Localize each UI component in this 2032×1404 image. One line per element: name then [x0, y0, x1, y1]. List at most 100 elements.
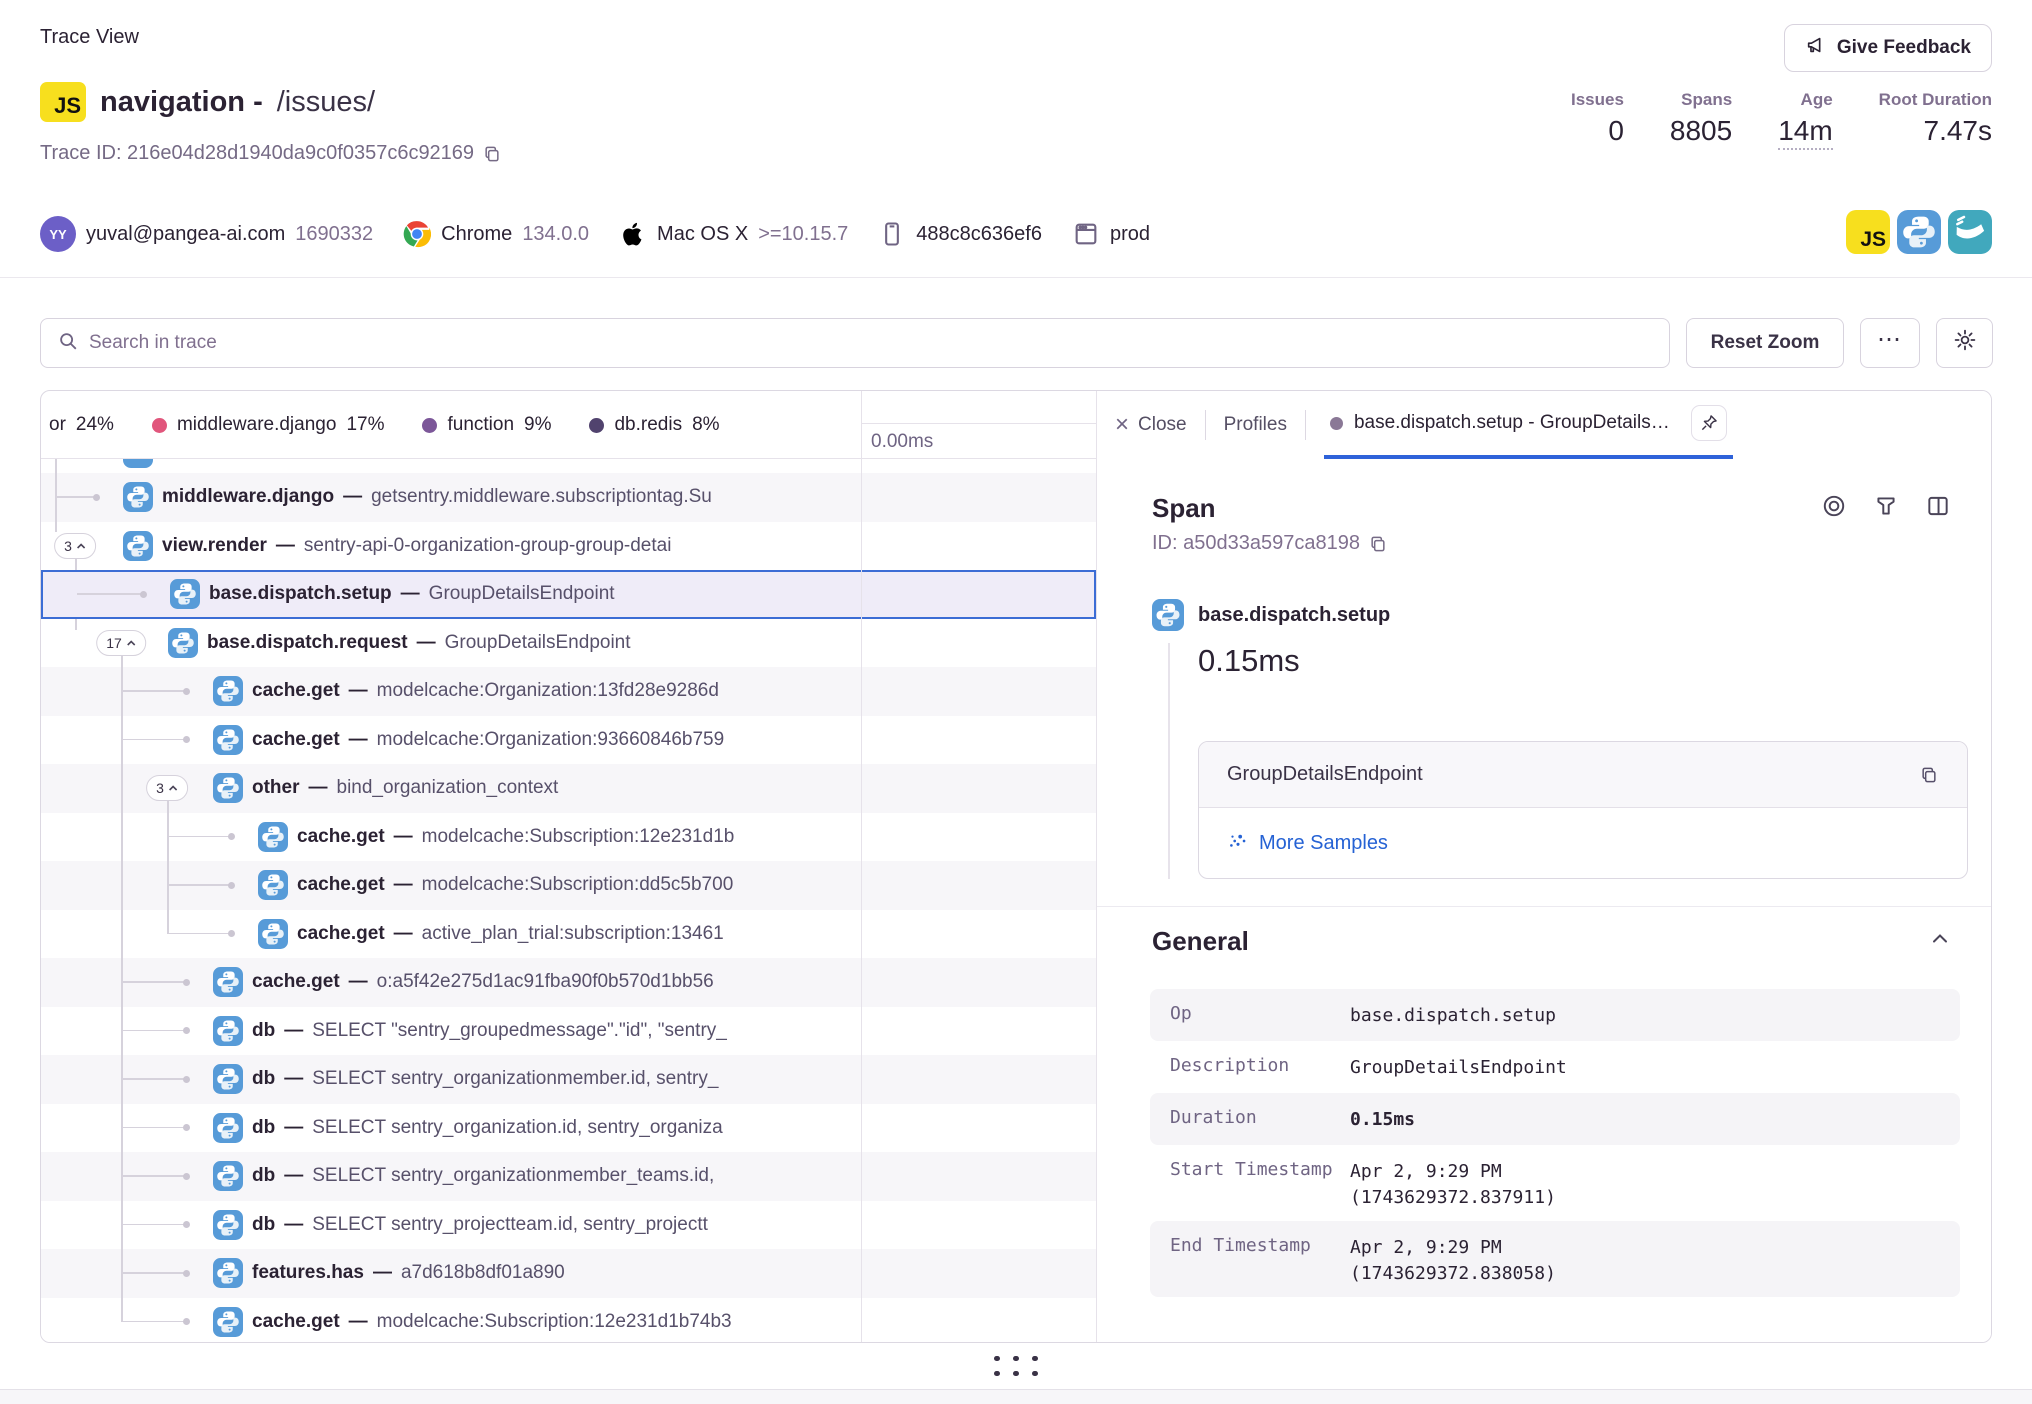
span-row-cache.get[interactable]: cache.get—modelcache:Organization:13fd28… [41, 667, 1096, 716]
trace-meta-row: YY yuval@pangea-ai.com 1690332 Chrome 13… [40, 212, 1150, 256]
detail-tabs: × Close Profiles base.dispatch.setup - G… [1097, 391, 1992, 459]
tree-connector-line [121, 1272, 186, 1274]
span-row-cache.get[interactable]: cache.get—modelcache:Organization:936608… [41, 716, 1096, 765]
close-tab-button[interactable]: × Close [1115, 413, 1187, 437]
span-description: modelcache:Organization:93660846b759 [377, 729, 725, 751]
trace-title-main: navigation - [100, 86, 263, 119]
span-description: SELECT sentry_organizationmember.id, sen… [312, 1068, 718, 1090]
span-row-cache.get[interactable]: cache.get—active_plan_trial:subscription… [41, 910, 1096, 959]
tab-profiles[interactable]: Profiles [1224, 414, 1287, 436]
span-row-left: db—SELECT sentry_organizationmember_team… [41, 1152, 861, 1201]
tree-waterfall-divider[interactable] [861, 391, 862, 1342]
span-row-left: cache.get—modelcache:Subscription:12e231… [41, 813, 861, 862]
more-options-button[interactable]: ⋯ [1860, 318, 1920, 368]
python-project-icon[interactable] [1897, 210, 1941, 254]
collapse-children-pill[interactable]: 17 [96, 630, 146, 656]
settings-button[interactable] [1936, 318, 1993, 368]
span-row-middleware.django[interactable]: middleware.django—getsentry.middleware.s… [41, 473, 1096, 522]
drag-handle[interactable] [994, 1356, 1038, 1377]
tree-connector-line [167, 836, 231, 838]
span-row-left: cache.get—modelcache:Subscription:dd5c5b… [41, 861, 861, 910]
tree-connector-dot [183, 1318, 190, 1325]
tree-connector-dot [140, 591, 147, 598]
tree-connector-line [77, 593, 143, 595]
trace-search [40, 318, 1670, 368]
chevron-up-icon[interactable] [1928, 927, 1952, 956]
span-row-db[interactable]: db—SELECT sentry_organizationmember.id, … [41, 1055, 1096, 1104]
span-detail-panel: × Close Profiles base.dispatch.setup - G… [1096, 391, 1992, 1343]
tree-connector-dot [183, 1124, 190, 1131]
general-row-label: Start Timestamp [1150, 1145, 1350, 1180]
general-row-duration: Duration0.15ms [1150, 1093, 1960, 1145]
op-desc-separator: — [309, 777, 328, 799]
span-description: SELECT sentry_projectteam.id, sentry_pro… [312, 1214, 708, 1236]
python-icon [213, 1113, 243, 1143]
split-panel-icon[interactable] [1925, 493, 1951, 524]
span-row-cache.get[interactable]: cache.get—modelcache:Subscription:12e231… [41, 813, 1096, 862]
give-feedback-button[interactable]: Give Feedback [1784, 24, 1992, 72]
general-section-header: General [1152, 926, 1952, 957]
span-row-view.render[interactable]: 3view.render—sentry-api-0-organization-g… [41, 522, 1096, 571]
collapse-children-pill[interactable]: 3 [54, 533, 96, 559]
search-icon [57, 330, 79, 357]
legend-item[interactable]: or 24% [49, 414, 114, 436]
teal-project-icon[interactable] [1948, 210, 1992, 254]
span-row-other[interactable]: 3other—bind_organization_context [41, 764, 1096, 813]
span-row-left: cache.get—o:a5f42e275d1ac91fba90f0b570d1… [41, 958, 861, 1007]
span-row-db[interactable]: db—SELECT sentry_organization.id, sentry… [41, 1104, 1096, 1153]
span-description: sentry-api-0-organization-group-group-de… [304, 535, 672, 557]
span-section-header: Span [1152, 493, 1951, 524]
copy-icon[interactable] [1368, 534, 1388, 554]
span-row-db[interactable]: db—SELECT sentry_projectteam.id, sentry_… [41, 1201, 1096, 1250]
section-divider [1097, 906, 1992, 907]
span-op: cache.get [252, 971, 340, 993]
span-row-cache.get[interactable]: cache.get—o:a5f42e275d1ac91fba90f0b570d1… [41, 958, 1096, 1007]
python-icon [170, 579, 200, 609]
span-row-content: db—SELECT sentry_organizationmember_team… [213, 1152, 714, 1201]
span-row-cache.get[interactable]: cache.get—modelcache:Subscription:dd5c5b… [41, 861, 1096, 910]
gear-icon [1953, 328, 1977, 358]
legend-item[interactable]: function 9% [422, 414, 551, 436]
tree-connector-line [121, 690, 186, 692]
legend-item[interactable]: middleware.django 17% [152, 414, 385, 436]
reset-zoom-button[interactable]: Reset Zoom [1686, 318, 1844, 368]
legend-item[interactable]: db.redis 8% [589, 414, 719, 436]
sample-card-body: More Samples [1199, 808, 1967, 878]
span-description: modelcache:Subscription:12e231d1b74b3 [377, 1311, 732, 1333]
span-row-left: cache.get—modelcache:Organization:936608… [41, 716, 861, 765]
span-row-left: 3view.render—sentry-api-0-organization-g… [41, 522, 861, 571]
span-op: cache.get [252, 680, 340, 702]
span-row-content: cache.get—o:a5f42e275d1ac91fba90f0b570d1… [213, 958, 714, 1007]
legend-dot [422, 418, 437, 433]
collapse-children-pill[interactable]: 3 [146, 775, 188, 801]
span-description: modelcache:Subscription:12e231d1b [422, 826, 735, 848]
span-description: SELECT sentry_organizationmember_teams.i… [312, 1165, 714, 1187]
meta-os: Mac OS X >=10.15.7 [619, 220, 848, 248]
span-row-content: features.has—a7d618b8df01a890 [213, 1249, 565, 1298]
focus-target-icon[interactable] [1821, 493, 1847, 524]
copy-icon[interactable] [482, 144, 502, 164]
page-title: Trace View [40, 26, 139, 49]
span-row-left: db—SELECT sentry_organization.id, sentry… [41, 1104, 861, 1153]
span-row-base.dispatch.setup[interactable]: base.dispatch.setup—GroupDetailsEndpoint [41, 570, 1096, 619]
more-samples-link[interactable]: More Samples [1259, 832, 1388, 855]
span-op: cache.get [252, 1311, 340, 1333]
span-row-db[interactable]: db—SELECT sentry_organizationmember_team… [41, 1152, 1096, 1201]
pin-tab-button[interactable] [1691, 405, 1727, 441]
search-input[interactable] [89, 332, 1653, 354]
op-desc-separator: — [284, 1020, 303, 1042]
span-row-content: db—SELECT sentry_projectteam.id, sentry_… [213, 1201, 708, 1250]
general-table: Opbase.dispatch.setupDescriptionGroupDet… [1150, 989, 1960, 1297]
javascript-project-icon[interactable]: JS [1846, 210, 1890, 254]
tab-separator [1305, 410, 1306, 440]
span-row-db[interactable]: db—SELECT "sentry_groupedmessage"."id", … [41, 1007, 1096, 1056]
span-row-cache.get[interactable]: cache.get—modelcache:Subscription:12e231… [41, 1298, 1096, 1344]
span-row-features.has[interactable]: features.has—a7d618b8df01a890 [41, 1249, 1096, 1298]
tab-span-active[interactable]: base.dispatch.setup - GroupDetails… [1324, 391, 1733, 459]
copy-icon[interactable] [1919, 765, 1939, 785]
funnel-icon[interactable] [1873, 493, 1899, 524]
python-icon [213, 1016, 243, 1046]
span-row-base.dispatch.request[interactable]: 17base.dispatch.request—GroupDetailsEndp… [41, 619, 1096, 668]
span-op: base.dispatch.request [207, 632, 408, 654]
chrome-icon [403, 220, 431, 248]
